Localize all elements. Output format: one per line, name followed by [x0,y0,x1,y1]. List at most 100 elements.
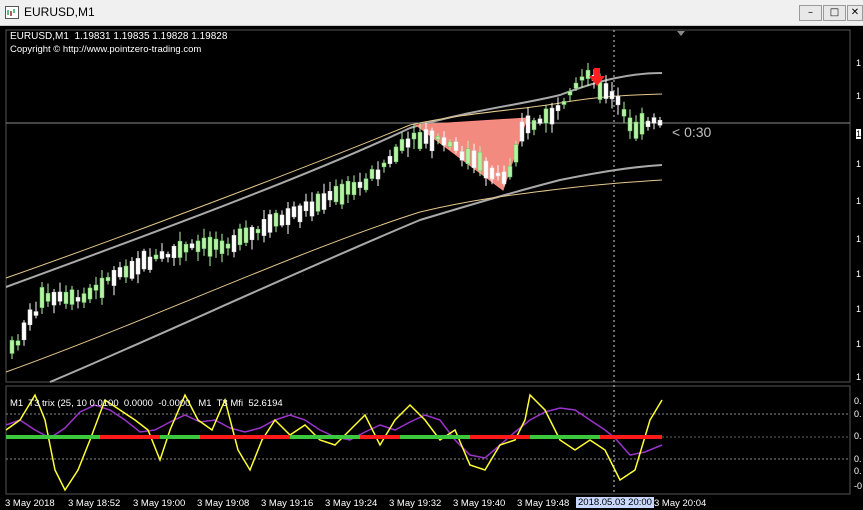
candle-body [597,82,603,100]
time-axis-label: 3 May 18:52 [68,498,121,509]
candle-body [417,132,423,150]
candle-body [171,245,177,259]
candle-body [279,214,285,226]
current-price-label: 1 [856,129,862,139]
time-axis-label: 3 May 20:04 [654,498,707,509]
candle-body [465,148,471,164]
yellow-line [5,393,663,492]
indicator-axis-label: 0. [854,466,862,476]
candle-body [57,291,63,302]
chart-header: EURUSD,M1 1.19831 1.19835 1.19828 1.1982… [10,31,228,42]
candle-body [621,109,627,117]
candle-body [177,240,183,258]
candle-body [261,219,267,236]
mfi-line [5,404,663,459]
candle-body [579,76,585,81]
price-label: 1 [856,304,862,314]
candle-body [495,172,501,177]
channel-layer [5,72,663,383]
candle-body [555,105,561,112]
bar-countdown: < 0:30 [672,124,712,140]
candle-body [543,108,549,124]
candle-body [231,235,237,253]
candle-body [507,165,513,178]
candle-body [585,69,591,79]
candle-body [189,243,195,249]
chart-shift-marker[interactable] [677,31,685,36]
candle-body [21,322,27,341]
price-label: 1 [856,91,862,101]
minimize-button[interactable]: – [799,5,822,21]
candle-body [153,254,159,260]
candle-body [255,229,261,234]
chart-area[interactable]: EURUSD,M1 1.19831 1.19835 1.19828 1.1982… [0,26,863,510]
candle-body [93,284,99,291]
lower-thin-line [5,179,663,373]
candle-body [303,201,309,212]
indicator-header: M1 T3 trix (25, 10 0.0100 0.0000 -0.0000… [10,398,283,409]
candle-body [321,193,327,210]
candle-body [69,289,75,305]
candle-body [477,151,483,171]
candle-body [405,138,411,148]
candle-body [345,180,351,195]
candle-body [267,214,273,233]
candle-body [297,205,303,223]
candle-body [63,291,69,304]
candle-body [129,260,135,279]
candle-body [657,120,663,126]
candle-body [195,240,201,253]
time-axis-label: 3 May 19:32 [389,498,442,509]
time-axis-label: 3 May 19:24 [325,498,378,509]
candle-body [483,160,489,179]
candle-body [315,193,321,212]
candle-body [333,185,339,203]
candle-body [249,227,255,241]
candle-body [207,236,213,257]
close-button[interactable]: ✕ [847,5,863,21]
candle-body [393,146,399,163]
candle-body [627,117,633,132]
candle-body [213,238,219,250]
candle-body [411,132,417,140]
time-axis-label: 3 May 19:48 [517,498,570,509]
indicator-axis-label: 0. [854,431,862,441]
candle-body [369,169,375,179]
maximize-button[interactable]: □ [823,5,846,21]
candle-body [603,83,609,99]
indicator-axis-label: 0. [854,454,862,464]
candle-body [15,340,21,346]
candle-body [423,129,429,144]
candle-body [165,253,171,258]
candle-body [549,107,555,125]
candle-body [51,291,57,306]
candle-body [135,258,141,275]
candle-body [375,169,381,180]
candle-body [237,228,243,245]
candle-body [363,178,369,191]
price-label: 1 [856,339,862,349]
candle-body [147,256,153,270]
candle-body [309,201,315,217]
price-label: 1 [856,58,862,68]
candle-body [639,113,645,135]
copyright-text: Copyright © http://www.pointzero-trading… [10,44,202,55]
candle-body [573,82,579,89]
candle-body [501,171,507,185]
candle-body [75,297,81,302]
candle-body [123,265,129,278]
time-axis-label: 3 May 19:16 [261,498,314,509]
candle-body [387,156,393,164]
candle-body [159,251,165,259]
candle-body [285,208,291,226]
candles-layer [9,62,663,360]
candle-body [273,212,279,227]
candle-body [435,136,441,140]
time-axis-label: 3 May 19:00 [133,498,186,509]
chart-canvas[interactable] [0,26,863,510]
price-label: 1 [856,159,862,169]
candle-body [27,309,33,326]
candle-body [225,243,231,249]
candle-body [471,150,477,168]
candle-body [633,121,639,139]
